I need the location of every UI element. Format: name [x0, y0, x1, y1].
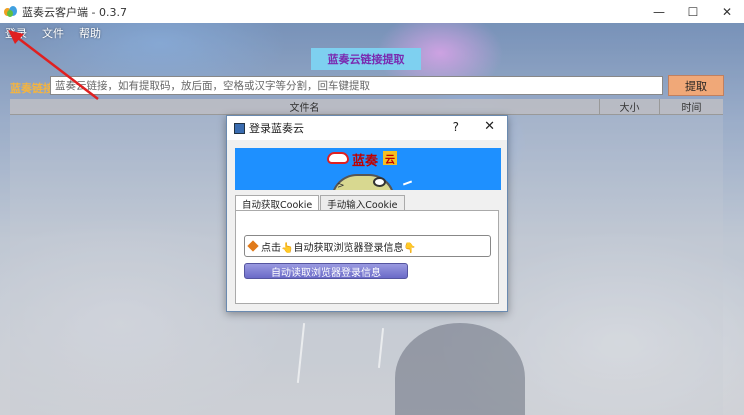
dialog-titlebar: 登录蓝奏云 ? ✕: [227, 116, 507, 140]
window-titlebar: 蓝奏云客户端 - 0.3.7 — ☐ ✕: [0, 0, 744, 23]
link-label: 蓝奏链接: [10, 82, 54, 95]
cloud-icon: [327, 152, 349, 164]
table-header: 文件名 大小 时间: [10, 99, 723, 115]
diamond-icon: [247, 240, 259, 252]
dialog-tabs: 自动获取Cookie 手动输入Cookie: [235, 195, 406, 212]
menubar: 登录 文件 帮助: [0, 23, 111, 43]
dialog-help-button[interactable]: ?: [453, 120, 459, 134]
window-controls: — ☐ ✕: [642, 0, 744, 23]
dialog-logo-banner: 蓝奏 云 >: [235, 148, 501, 190]
menu-login[interactable]: 登录: [5, 25, 27, 41]
logo-text: 蓝奏: [352, 154, 379, 169]
dialog-title: 登录蓝奏云: [249, 122, 304, 135]
read-browser-login-button[interactable]: 自动读取浏览器登录信息: [244, 263, 408, 279]
status-text: 点击👆自动获取浏览器登录信息👇: [261, 242, 416, 254]
column-size[interactable]: 大小: [600, 99, 660, 114]
column-filename[interactable]: 文件名: [10, 99, 600, 114]
tab-manual-cookie[interactable]: 手动输入Cookie: [320, 195, 405, 211]
window-title: 蓝奏云客户端 - 0.3.7: [22, 5, 127, 19]
menu-file[interactable]: 文件: [42, 25, 64, 41]
login-dialog: 登录蓝奏云 ? ✕ 蓝奏 云 > 自动获取Cookie 手动输入Cookie 点…: [226, 115, 508, 312]
menu-help[interactable]: 帮助: [79, 25, 101, 41]
decorative-line: [402, 180, 413, 186]
extract-button[interactable]: 提取: [668, 75, 724, 96]
login-dialog-icon: [234, 122, 245, 134]
logo-box: 云: [383, 151, 397, 166]
dialog-close-button[interactable]: ✕: [484, 119, 495, 134]
mascot-mark: >: [337, 181, 345, 190]
maximize-button[interactable]: ☐: [676, 0, 710, 23]
minimize-button[interactable]: —: [642, 0, 676, 23]
status-box: 点击👆自动获取浏览器登录信息👇: [244, 235, 491, 257]
tab-link-extract[interactable]: 蓝奏云链接提取: [311, 48, 421, 70]
mascot-eye: [373, 177, 386, 187]
column-time[interactable]: 时间: [660, 99, 723, 114]
link-input[interactable]: [50, 76, 663, 95]
lanzou-cloud-icon: [4, 5, 18, 18]
close-button[interactable]: ✕: [710, 0, 744, 23]
tab-panel: 点击👆自动获取浏览器登录信息👇 自动读取浏览器登录信息: [235, 210, 499, 304]
